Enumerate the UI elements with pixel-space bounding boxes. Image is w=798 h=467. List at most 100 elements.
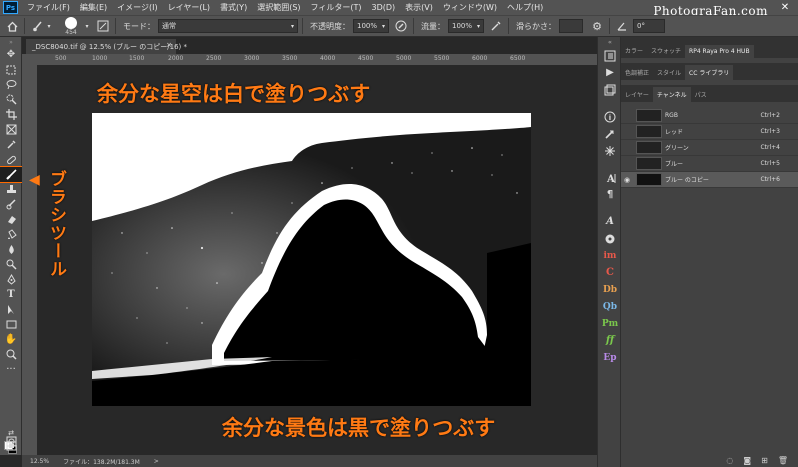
more-tools-icon[interactable]: ··· — [0, 362, 22, 377]
blend-mode-select[interactable]: 通常 ▾ — [158, 19, 298, 33]
opacity-input[interactable]: 100% ▾ — [353, 19, 389, 33]
window-close-button[interactable]: ✕ — [776, 0, 794, 15]
pen-tool-icon[interactable] — [0, 272, 22, 287]
channel-row-red[interactable]: レッド Ctrl+3 — [621, 124, 798, 140]
annotation-fill-sky-white: 余分な星空は白で塗りつぶす — [97, 82, 371, 106]
tab-paths[interactable]: パス — [691, 87, 711, 102]
crop-tool-icon[interactable] — [0, 107, 22, 122]
history-brush-tool-icon[interactable] — [0, 197, 22, 212]
home-icon[interactable] — [4, 18, 20, 34]
plugin-im-icon[interactable]: im — [598, 247, 622, 264]
close-icon[interactable]: × — [166, 41, 172, 49]
chevron-down-icon[interactable]: ▾ — [45, 18, 53, 34]
dodge-tool-icon[interactable] — [0, 257, 22, 272]
save-selection-icon[interactable]: ◙ — [743, 456, 751, 465]
plugin-ep-icon[interactable]: Ep — [598, 349, 622, 366]
tab-styles[interactable]: スタイル — [653, 65, 685, 80]
hand-tool-icon[interactable]: ✋ — [0, 332, 22, 347]
zoom-tool-icon[interactable] — [0, 347, 22, 362]
smoothing-input[interactable] — [559, 19, 583, 33]
angle-input[interactable]: 0° — [633, 19, 665, 33]
tab-raya-pro[interactable]: RP4 Raya Pro 4 HUB — [685, 45, 754, 58]
plugin-tool-icon[interactable] — [598, 230, 622, 247]
paragraph-icon[interactable]: ¶ — [598, 186, 622, 203]
chevron-down-icon[interactable]: ▾ — [83, 18, 91, 34]
menu-help[interactable]: ヘルプ(H) — [502, 2, 548, 13]
arrow-left-icon: ◀ — [29, 172, 40, 188]
plugin-qb-icon[interactable]: Qb — [598, 298, 622, 315]
delete-channel-icon[interactable]: 🗑 — [778, 456, 788, 465]
move-tool-icon[interactable]: ✥ — [0, 47, 22, 62]
play-icon[interactable]: ▶ — [598, 64, 622, 81]
layer-comps-icon[interactable] — [598, 81, 622, 98]
channel-row-blue-copy[interactable]: ◉ ブルー のコピー Ctrl+6 — [621, 172, 798, 188]
pressure-opacity-icon[interactable] — [393, 18, 409, 34]
status-expand-icon[interactable]: > — [154, 458, 159, 465]
blur-tool-icon[interactable] — [0, 242, 22, 257]
eye-icon[interactable]: ◉ — [621, 176, 633, 184]
plugin-pm-icon[interactable]: Pm — [598, 315, 622, 332]
tab-color[interactable]: カラー — [621, 43, 647, 58]
tab-channels[interactable]: チャンネル — [652, 87, 691, 102]
menu-edit[interactable]: 編集(E) — [75, 2, 112, 13]
tab-cc-libraries[interactable]: CC ライブラリ — [685, 65, 734, 80]
collapse-icon[interactable]: » — [0, 37, 22, 47]
screen-mode-icon[interactable] — [0, 439, 22, 453]
menu-select[interactable]: 選択範囲(S) — [252, 2, 305, 13]
new-channel-icon[interactable]: ⊞ — [761, 456, 768, 465]
rectangle-tool-icon[interactable] — [0, 317, 22, 332]
channel-row-rgb[interactable]: RGB Ctrl+2 — [621, 108, 798, 124]
healing-brush-tool-icon[interactable] — [0, 152, 22, 167]
menu-window[interactable]: ウィンドウ(W) — [438, 2, 502, 13]
menu-image[interactable]: イメージ(I) — [112, 2, 162, 13]
menu-3d[interactable]: 3D(D) — [367, 3, 401, 12]
menu-filter[interactable]: フィルター(T) — [306, 2, 367, 13]
clone-stamp-tool-icon[interactable] — [0, 182, 22, 197]
plugin-ff-icon[interactable]: ff — [598, 332, 622, 349]
frame-tool-icon[interactable] — [0, 122, 22, 137]
brush-settings-icon[interactable] — [95, 18, 111, 34]
load-selection-icon[interactable]: ◌ — [726, 456, 733, 465]
channel-name: RGB — [665, 112, 678, 119]
brush-tool-icon[interactable] — [29, 18, 45, 34]
zoom-level[interactable]: 12.5% — [30, 458, 49, 465]
tab-adjustments[interactable]: 色調補正 — [621, 65, 653, 80]
gear-icon[interactable]: ⚙ — [589, 18, 605, 34]
brush-tool-icon[interactable] — [0, 166, 23, 183]
channel-row-green[interactable]: グリーン Ctrl+4 — [621, 140, 798, 156]
airbrush-icon[interactable] — [488, 18, 504, 34]
document-tab-bar: _DSC8040.tif @ 12.5% (ブルー のコピー/16) * × — [22, 37, 597, 54]
plugin-a-icon[interactable]: A — [598, 213, 622, 230]
brush-settings-icon[interactable] — [598, 125, 622, 142]
photoshop-logo[interactable]: Ps — [3, 1, 18, 14]
brushes-icon[interactable] — [598, 142, 622, 159]
marquee-tool-icon[interactable] — [0, 62, 22, 77]
channel-name: ブルー のコピー — [665, 177, 709, 184]
tab-layers[interactable]: レイヤー — [621, 87, 653, 102]
eraser-tool-icon[interactable] — [0, 212, 22, 227]
svg-text:A: A — [606, 174, 615, 184]
channel-row-blue[interactable]: ブルー Ctrl+5 — [621, 156, 798, 172]
gradient-tool-icon[interactable] — [0, 227, 22, 242]
brush-preset-picker[interactable]: 454 — [59, 16, 83, 36]
eyedropper-tool-icon[interactable] — [0, 137, 22, 152]
flow-input[interactable]: 100% ▾ — [448, 19, 484, 33]
document-canvas[interactable] — [92, 113, 531, 406]
plugin-c-icon[interactable]: C — [598, 264, 622, 281]
collapse-icon[interactable]: « — [598, 37, 622, 47]
menu-file[interactable]: ファイル(F) — [22, 2, 75, 13]
character-icon[interactable]: A — [598, 169, 622, 186]
history-icon[interactable] — [598, 47, 622, 64]
lasso-tool-icon[interactable] — [0, 77, 22, 92]
type-tool-icon[interactable]: T — [0, 287, 22, 302]
plugin-db-icon[interactable]: Db — [598, 281, 622, 298]
menu-layer[interactable]: レイヤー(L) — [163, 2, 215, 13]
ruler-tick-label: 3000 — [244, 55, 260, 62]
quick-select-tool-icon[interactable] — [0, 92, 22, 107]
document-tab[interactable]: _DSC8040.tif @ 12.5% (ブルー のコピー/16) * × — [26, 39, 187, 54]
menu-view[interactable]: 表示(V) — [400, 2, 438, 13]
info-icon[interactable]: i — [598, 108, 622, 125]
tab-swatches[interactable]: スウォッチ — [647, 43, 685, 58]
path-selection-tool-icon[interactable] — [0, 302, 22, 317]
menu-type[interactable]: 書式(Y) — [215, 2, 252, 13]
